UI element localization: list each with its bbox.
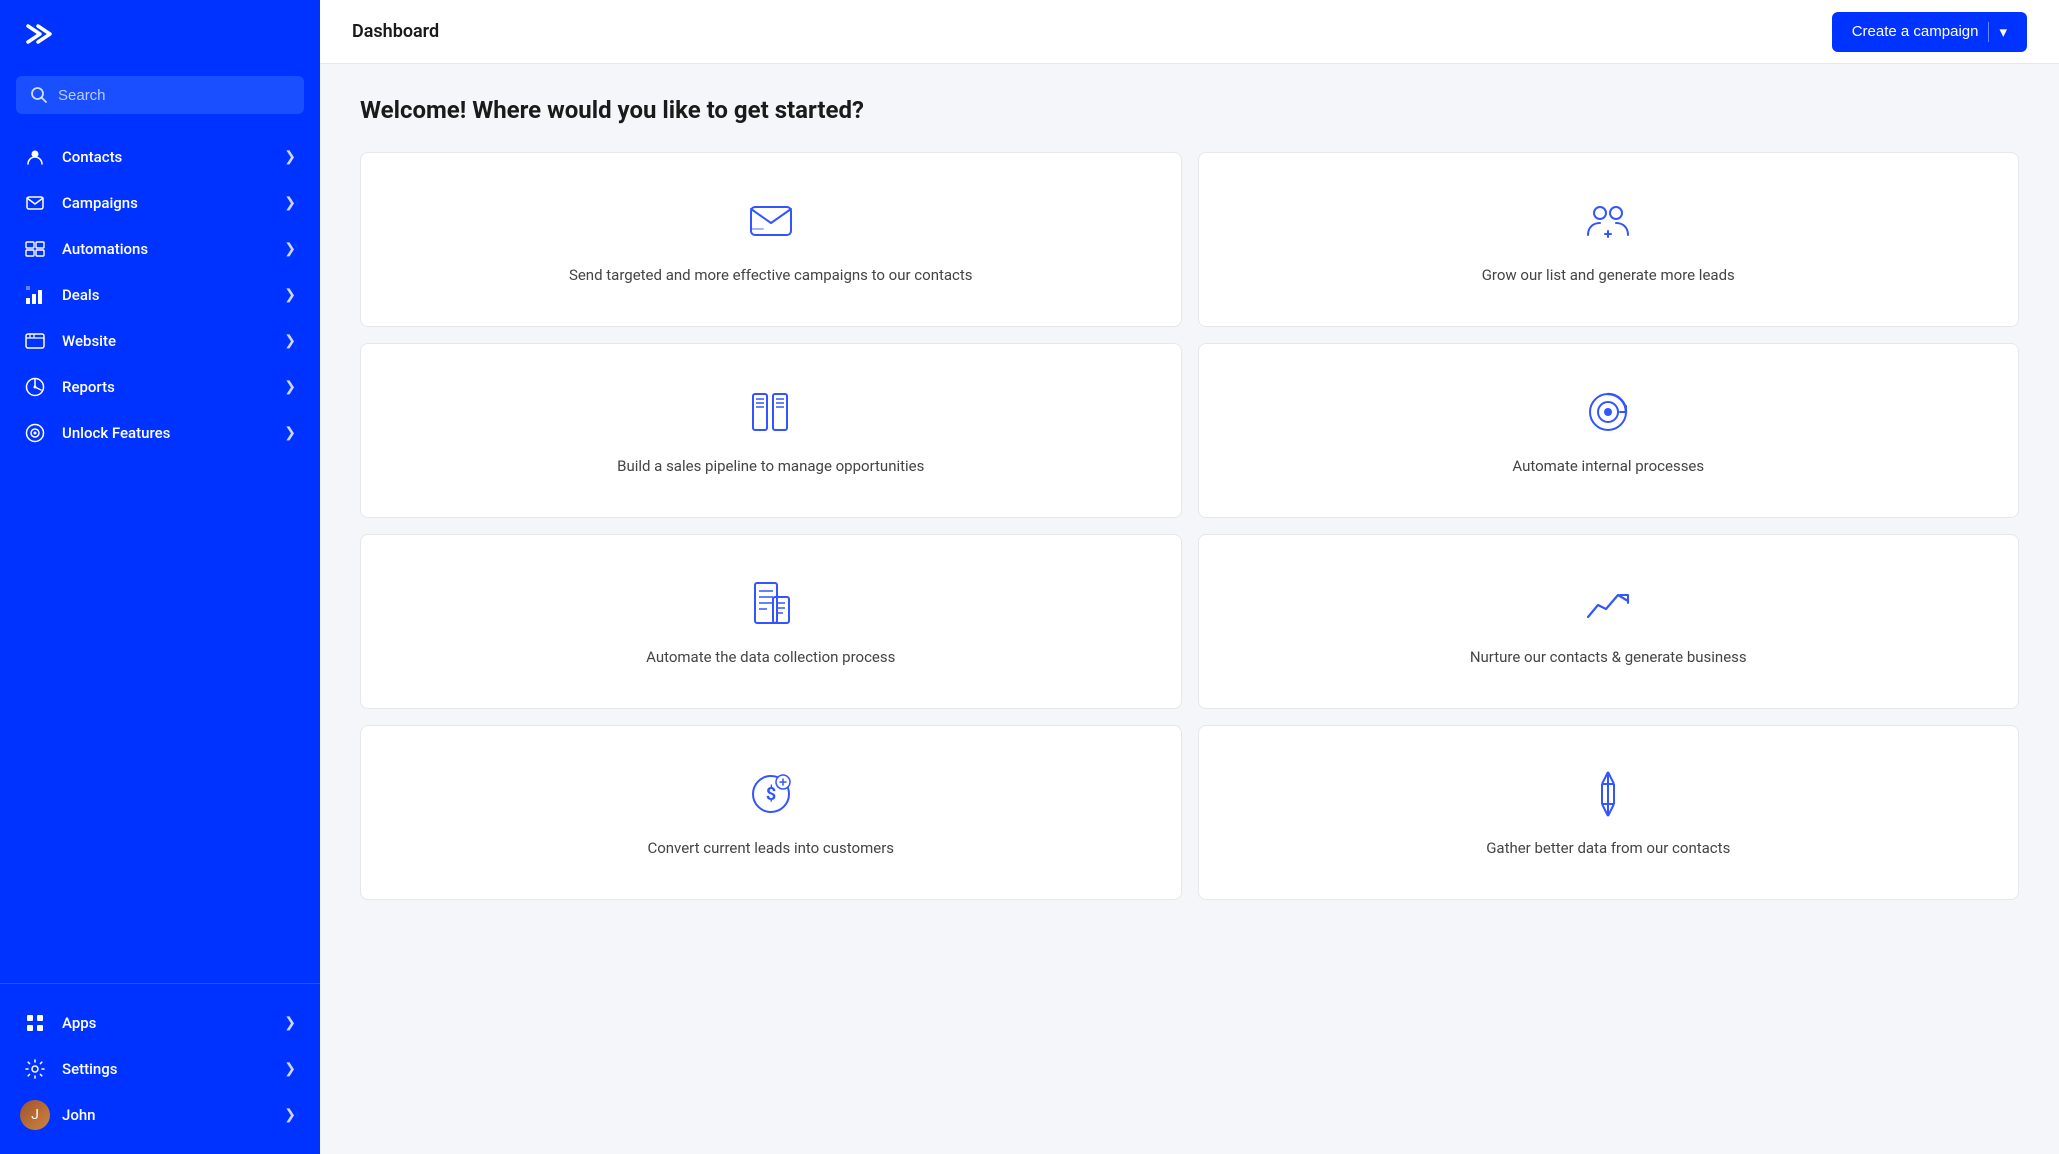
user-chevron: ❯: [284, 1107, 296, 1123]
card-pipeline[interactable]: Build a sales pipeline to manage opportu…: [360, 343, 1182, 518]
website-chevron: ❯: [284, 333, 296, 349]
sidebar-logo: [0, 0, 320, 68]
card-gather-text: Gather better data from our contacts: [1486, 838, 1730, 859]
search-bar[interactable]: [16, 76, 304, 114]
card-pipeline-icon: [743, 384, 799, 440]
unlock-label: Unlock Features: [62, 424, 268, 442]
apps-label: Apps: [62, 1014, 268, 1032]
card-leads-icon: [1580, 193, 1636, 249]
nav-divider: [0, 983, 320, 984]
contacts-chevron: ❯: [284, 149, 296, 165]
contacts-label: Contacts: [62, 148, 268, 166]
sidebar: Contacts ❯ Campaigns ❯: [0, 0, 320, 1154]
card-data-collection[interactable]: Automate the data collection process: [360, 534, 1182, 709]
reports-label: Reports: [62, 378, 268, 396]
card-nurture[interactable]: Nurture our contacts & generate business: [1198, 534, 2020, 709]
create-campaign-label: Create a campaign: [1852, 23, 1979, 40]
sidebar-item-deals[interactable]: Deals ❯: [0, 272, 320, 318]
card-campaigns-text: Send targeted and more effective campaig…: [569, 265, 973, 286]
automations-chevron: ❯: [284, 241, 296, 257]
automations-icon: [24, 238, 46, 260]
deals-label: Deals: [62, 286, 268, 304]
reports-chevron: ❯: [284, 379, 296, 395]
card-nurture-icon: [1580, 575, 1636, 631]
search-input[interactable]: [58, 87, 290, 104]
card-automate[interactable]: Automate internal processes: [1198, 343, 2020, 518]
card-nurture-text: Nurture our contacts & generate business: [1470, 647, 1747, 668]
website-icon: [24, 330, 46, 352]
unlock-icon: [24, 422, 46, 444]
sidebar-item-unlock[interactable]: Unlock Features ❯: [0, 410, 320, 456]
apps-icon: [24, 1012, 46, 1034]
svg-text:$: $: [766, 784, 776, 805]
card-gather[interactable]: Gather better data from our contacts: [1198, 725, 2020, 900]
header-title: Dashboard: [352, 21, 439, 42]
sidebar-item-apps[interactable]: Apps ❯: [0, 1000, 320, 1046]
sidebar-item-campaigns[interactable]: Campaigns ❯: [0, 180, 320, 226]
settings-icon: [24, 1058, 46, 1080]
sidebar-item-contacts[interactable]: Contacts ❯: [0, 134, 320, 180]
card-convert-icon: $: [743, 766, 799, 822]
main-content: Dashboard Create a campaign ▾ Welcome! W…: [320, 0, 2059, 1154]
card-convert-text: Convert current leads into customers: [647, 838, 894, 859]
automations-label: Automations: [62, 240, 268, 258]
contacts-icon: [24, 146, 46, 168]
card-campaigns-icon: [743, 193, 799, 249]
sidebar-item-website[interactable]: Website ❯: [0, 318, 320, 364]
user-name: John: [62, 1106, 268, 1124]
unlock-chevron: ❯: [284, 425, 296, 441]
welcome-title: Welcome! Where would you like to get sta…: [360, 96, 2019, 124]
nav-section: Contacts ❯ Campaigns ❯: [0, 130, 320, 975]
dropdown-arrow-icon: ▾: [1999, 23, 2007, 41]
card-campaigns[interactable]: Send targeted and more effective campaig…: [360, 152, 1182, 327]
campaigns-chevron: ❯: [284, 195, 296, 211]
card-pipeline-text: Build a sales pipeline to manage opportu…: [617, 456, 924, 477]
campaigns-label: Campaigns: [62, 194, 268, 212]
cards-grid: Send targeted and more effective campaig…: [360, 152, 2019, 900]
sidebar-item-user[interactable]: J John ❯: [0, 1092, 320, 1138]
card-leads[interactable]: Grow our list and generate more leads: [1198, 152, 2020, 327]
search-icon: [30, 86, 48, 104]
card-data-collection-icon: [743, 575, 799, 631]
card-gather-icon: [1580, 766, 1636, 822]
settings-label: Settings: [62, 1060, 268, 1078]
deals-chevron: ❯: [284, 287, 296, 303]
deals-icon: [24, 284, 46, 306]
sidebar-item-settings[interactable]: Settings ❯: [0, 1046, 320, 1092]
card-automate-icon: [1580, 384, 1636, 440]
website-label: Website: [62, 332, 268, 350]
card-data-collection-text: Automate the data collection process: [646, 647, 895, 668]
card-automate-text: Automate internal processes: [1512, 456, 1704, 477]
content-area: Welcome! Where would you like to get sta…: [320, 64, 2059, 1154]
header: Dashboard Create a campaign ▾: [320, 0, 2059, 64]
campaigns-icon: [24, 192, 46, 214]
sidebar-item-automations[interactable]: Automations ❯: [0, 226, 320, 272]
button-divider: [1988, 22, 1989, 42]
reports-icon: [24, 376, 46, 398]
card-convert[interactable]: $ Convert current leads into customers: [360, 725, 1182, 900]
card-leads-text: Grow our list and generate more leads: [1482, 265, 1735, 286]
sidebar-bottom: Apps ❯ Settings ❯ J John ❯: [0, 992, 320, 1154]
apps-chevron: ❯: [284, 1015, 296, 1031]
sidebar-item-reports[interactable]: Reports ❯: [0, 364, 320, 410]
settings-chevron: ❯: [284, 1061, 296, 1077]
user-avatar: J: [24, 1104, 46, 1126]
create-campaign-button[interactable]: Create a campaign ▾: [1832, 12, 2027, 52]
